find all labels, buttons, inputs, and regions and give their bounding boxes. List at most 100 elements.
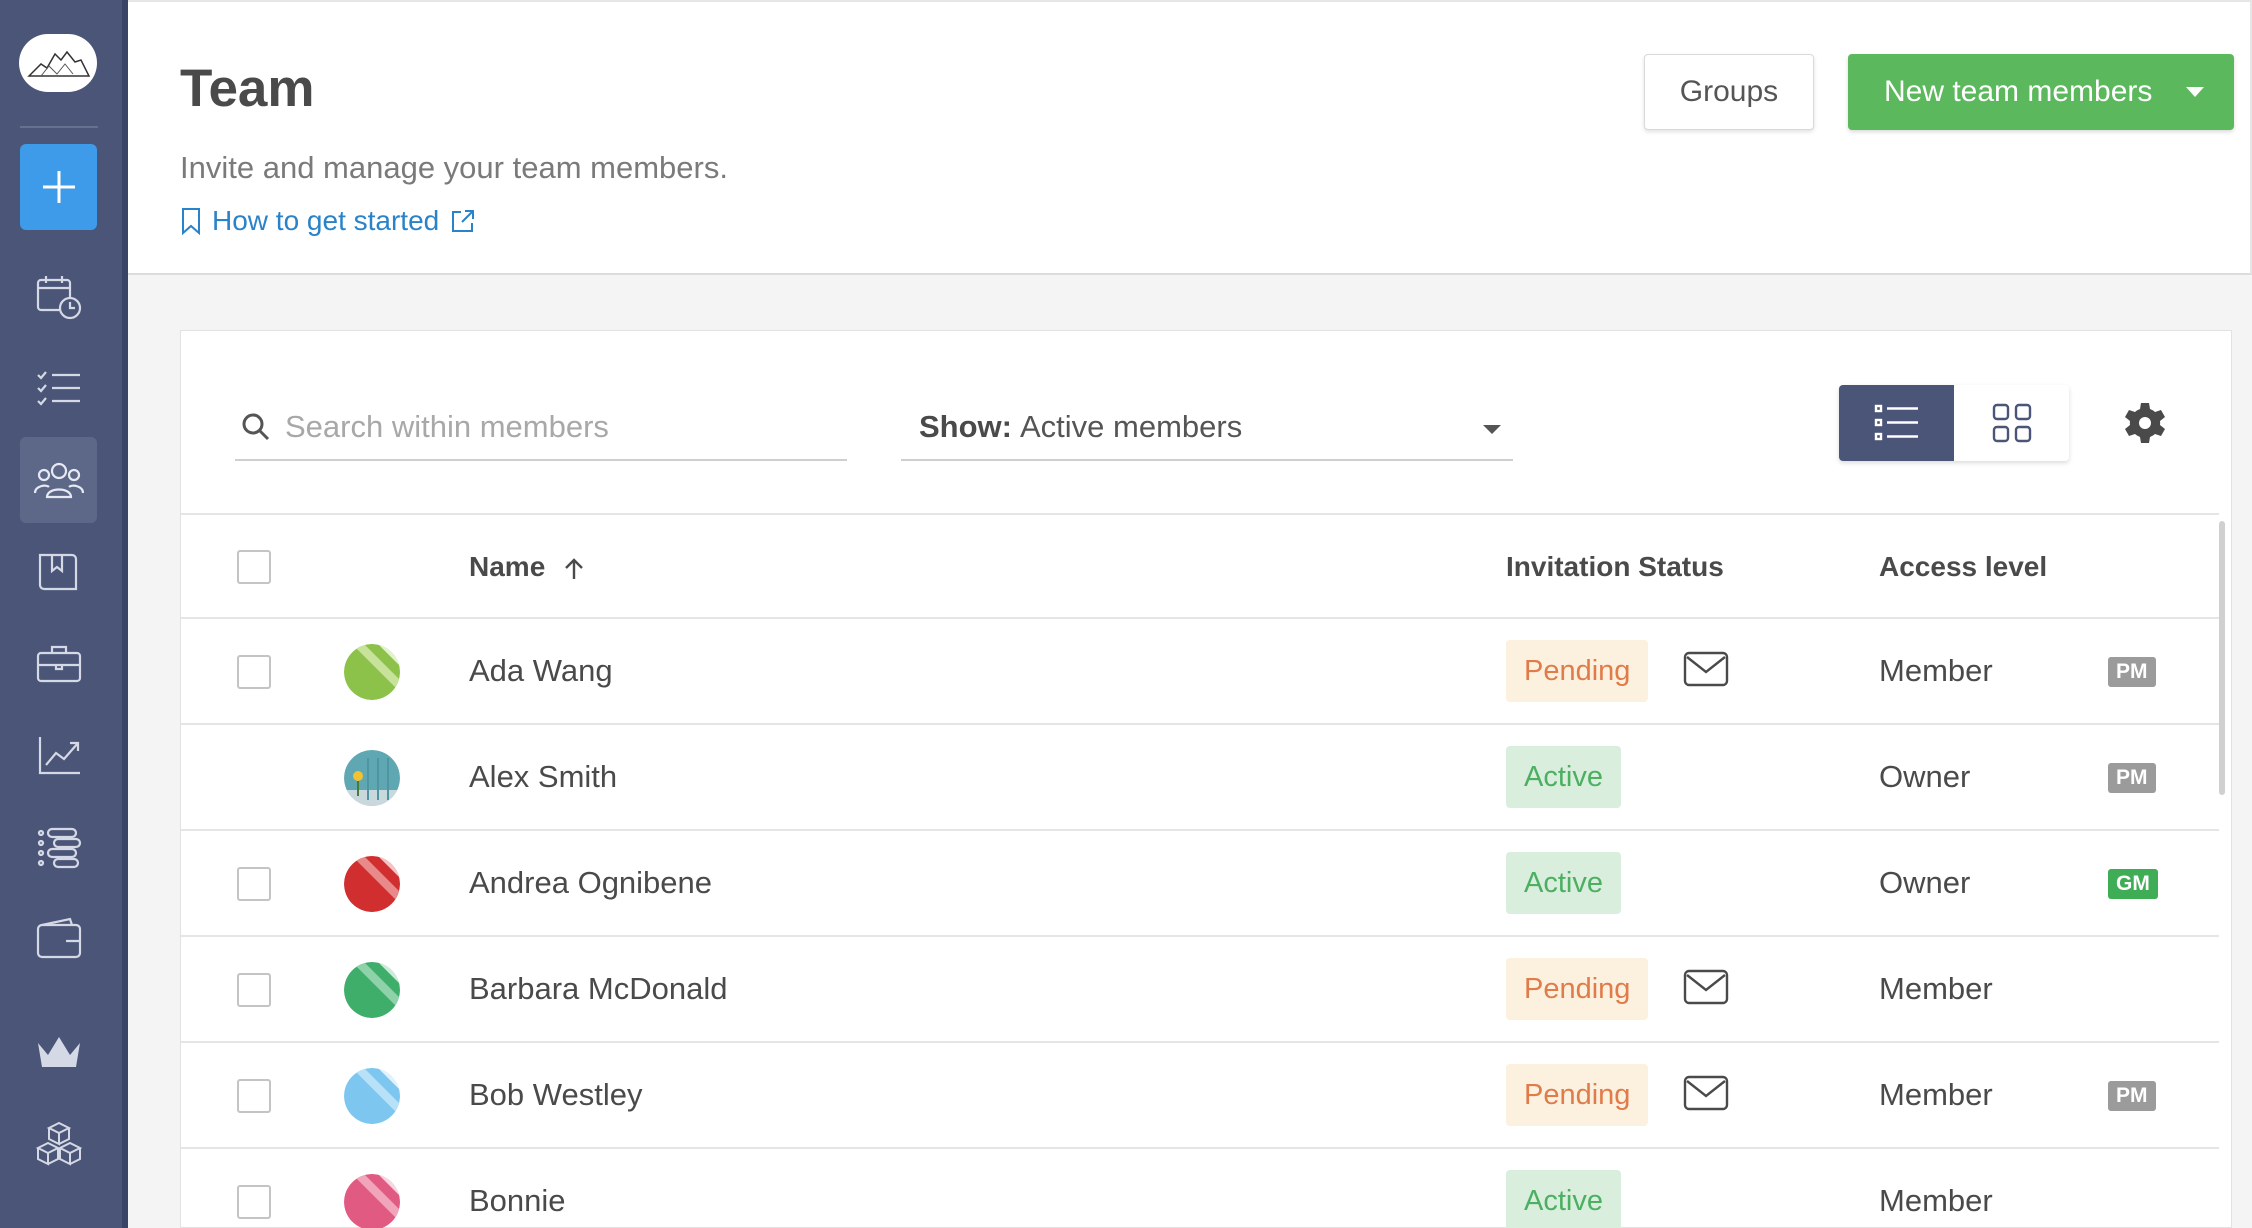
table-row[interactable]: Ada Wang Pending Member PM — [181, 619, 2219, 725]
role-badge: PM — [2108, 763, 2156, 793]
sidebar-item-docs[interactable] — [20, 529, 97, 615]
avatar — [344, 1174, 400, 1228]
table-row[interactable]: Alex Smith Active Owner PM — [181, 725, 2219, 831]
sidebar-item-team[interactable] — [20, 437, 97, 523]
column-header-access[interactable]: Access level — [1879, 551, 2047, 583]
member-name[interactable]: Ada Wang — [469, 653, 613, 689]
view-toggle — [1839, 385, 2069, 461]
sidebar-item-projects[interactable] — [20, 621, 97, 707]
sort-ascending-icon — [565, 557, 583, 579]
caret-down-icon — [1483, 425, 1501, 434]
add-button[interactable] — [20, 144, 97, 230]
column-header-name[interactable]: Name — [469, 551, 585, 583]
groups-button[interactable]: Groups — [1644, 54, 1814, 130]
page-title: Team — [180, 59, 315, 118]
show-filter-select[interactable]: Show: Active members — [901, 395, 1513, 461]
resend-invite-button[interactable] — [1683, 651, 1729, 692]
sidebar-item-billing[interactable] — [20, 897, 97, 983]
member-name[interactable]: Bob Westley — [469, 1077, 642, 1113]
access-level[interactable]: Member — [1879, 1077, 1993, 1113]
access-level[interactable]: Member — [1879, 653, 1993, 689]
status-badge: Active — [1506, 746, 1621, 808]
member-name[interactable]: Andrea Ognibene — [469, 865, 712, 901]
role-badge: PM — [2108, 1081, 2156, 1111]
sidebar-item-timeline[interactable] — [20, 805, 97, 891]
envelope-icon — [1683, 651, 1729, 687]
sidebar-item-schedule[interactable] — [20, 254, 97, 340]
sidebar-item-upgrade[interactable] — [20, 1009, 97, 1095]
resend-invite-button[interactable] — [1683, 1075, 1729, 1116]
avatar — [344, 856, 400, 912]
team-icon — [33, 462, 84, 499]
member-name[interactable]: Barbara McDonald — [469, 971, 727, 1007]
timeline-icon — [37, 827, 81, 869]
help-link[interactable]: How to get started — [180, 205, 477, 237]
row-checkbox[interactable] — [237, 655, 271, 689]
list-view-button[interactable] — [1839, 385, 1954, 461]
status-badge: Active — [1506, 1170, 1621, 1228]
cubes-icon — [35, 1121, 82, 1166]
table-row[interactable]: Andrea Ognibene Active Owner GM — [181, 831, 2219, 937]
list-view-icon — [1874, 404, 1918, 441]
bookmark-icon — [182, 208, 200, 235]
sidebar-item-reports[interactable] — [20, 713, 97, 799]
grid-view-button[interactable] — [1954, 385, 2069, 461]
table-row[interactable]: Barbara McDonald Pending Member — [181, 937, 2219, 1043]
show-filter-value: Active members — [1020, 409, 1243, 444]
sidebar-item-integrations[interactable] — [20, 1101, 97, 1187]
sidebar-divider — [20, 126, 98, 128]
role-badge: PM — [2108, 657, 2156, 687]
status-badge: Pending — [1506, 958, 1649, 1020]
search-icon — [242, 413, 270, 441]
table-scrollbar[interactable] — [2219, 521, 2225, 795]
page-subtitle: Invite and manage your team members. — [180, 150, 728, 185]
briefcase-icon — [36, 645, 81, 683]
book-icon — [38, 553, 77, 591]
table-row[interactable]: Bob Westley Pending Member PM — [181, 1043, 2219, 1149]
status-badge: Pending — [1506, 640, 1649, 702]
row-checkbox[interactable] — [237, 973, 271, 1007]
access-level[interactable]: Owner — [1879, 865, 1970, 901]
members-card: Show: Active members Name — [180, 330, 2232, 1228]
app-logo[interactable] — [19, 34, 97, 92]
table-row[interactable]: Bonnie Active Member — [181, 1149, 2219, 1228]
envelope-icon — [1683, 1075, 1729, 1111]
sidebar — [0, 0, 128, 1228]
status-badge: Pending — [1506, 1064, 1649, 1126]
search-input[interactable] — [285, 409, 825, 445]
access-level[interactable]: Member — [1879, 971, 1993, 1007]
avatar — [344, 1068, 400, 1124]
select-all-checkbox[interactable] — [237, 550, 271, 584]
caret-down-icon[interactable] — [2186, 87, 2204, 97]
sidebar-item-tasks[interactable] — [20, 345, 97, 431]
settings-button[interactable] — [2121, 399, 2169, 447]
gear-icon — [2125, 403, 2165, 443]
member-name[interactable]: Bonnie — [469, 1183, 566, 1219]
external-link-icon — [452, 210, 475, 232]
new-team-members-label: New team members — [1884, 75, 2153, 108]
tasks-list-icon — [36, 371, 80, 406]
plus-icon — [42, 171, 75, 203]
envelope-icon — [1683, 969, 1729, 1005]
table-header: Name Invitation Status Access level — [181, 513, 2219, 619]
avatar — [344, 962, 400, 1018]
access-level[interactable]: Owner — [1879, 759, 1970, 795]
resend-invite-button[interactable] — [1683, 969, 1729, 1010]
new-team-members-button[interactable]: New team members — [1848, 54, 2234, 130]
row-checkbox[interactable] — [237, 1079, 271, 1113]
avatar — [344, 644, 400, 700]
chart-icon — [38, 737, 80, 775]
page-header: Team Invite and manage your team members… — [128, 0, 2252, 275]
calendar-clock-icon — [36, 276, 81, 320]
status-badge: Active — [1506, 852, 1621, 914]
access-level[interactable]: Member — [1879, 1183, 1993, 1219]
member-name[interactable]: Alex Smith — [469, 759, 617, 795]
search-box — [235, 395, 847, 461]
row-checkbox[interactable] — [237, 867, 271, 901]
column-header-name-label: Name — [469, 551, 546, 582]
column-header-status[interactable]: Invitation Status — [1506, 551, 1724, 583]
row-checkbox[interactable] — [237, 1185, 271, 1219]
wallet-icon — [36, 917, 81, 959]
show-filter-prefix: Show: — [919, 409, 1012, 444]
members-table: Name Invitation Status Access level Ada … — [181, 513, 2219, 1228]
